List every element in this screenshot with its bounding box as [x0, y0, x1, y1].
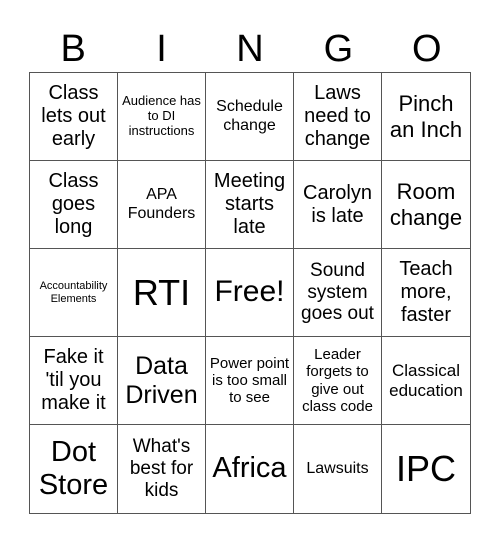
cell-text: Data Driven: [125, 351, 198, 409]
bingo-cell[interactable]: Room change: [382, 161, 470, 249]
header-letter-i: I: [156, 28, 167, 70]
cell-text: What's best for kids: [129, 436, 194, 501]
bingo-cell[interactable]: Accountability Elements: [30, 249, 118, 337]
cell-text: Leader forgets to give out class code: [302, 346, 373, 415]
bingo-cell[interactable]: Laws need to change: [294, 73, 382, 161]
cell-text: Pinch an Inch: [389, 91, 463, 142]
bingo-header: B I N G O: [29, 26, 471, 72]
bingo-cell[interactable]: Meeting starts late: [206, 161, 294, 249]
bingo-cell[interactable]: Dot Store: [30, 425, 118, 513]
bingo-cell[interactable]: Africa: [206, 425, 294, 513]
cell-text: Africa: [212, 452, 287, 485]
cell-text: Carolyn is late: [303, 181, 372, 227]
bingo-cell[interactable]: Class lets out early: [30, 73, 118, 161]
bingo-cell[interactable]: Power point is too small to see: [206, 337, 294, 425]
cell-text: Audience has to DI instructions: [122, 93, 201, 138]
cell-text: IPC: [395, 448, 456, 490]
cell-text: Lawsuits: [306, 459, 369, 477]
cell-text: Class goes long: [48, 170, 99, 238]
bingo-cell[interactable]: Carolyn is late: [294, 161, 382, 249]
bingo-cell[interactable]: APA Founders: [118, 161, 206, 249]
bingo-cell[interactable]: Pinch an Inch: [382, 73, 470, 161]
bingo-cell[interactable]: Fake it 'til you make it: [30, 337, 118, 425]
bingo-cell[interactable]: RTI: [118, 249, 206, 337]
cell-text: Class lets out early: [41, 82, 106, 150]
bingo-cell[interactable]: Audience has to DI instructions: [118, 73, 206, 161]
cell-text: Room change: [389, 179, 463, 230]
cell-text: Fake it 'til you make it: [41, 346, 106, 414]
cell-text: Meeting starts late: [213, 170, 286, 238]
cell-text: Teach more, faster: [399, 258, 453, 326]
cell-text: Laws need to change: [304, 82, 371, 150]
free-space-cell[interactable]: Free!: [206, 249, 294, 337]
cell-text: Power point is too small to see: [209, 354, 290, 407]
header-letter-g: G: [323, 28, 354, 70]
bingo-cell[interactable]: Sound system goes out: [294, 249, 382, 337]
bingo-cell[interactable]: IPC: [382, 425, 470, 513]
bingo-cell[interactable]: Leader forgets to give out class code: [294, 337, 382, 425]
bingo-grid: Class lets out early Audience has to DI …: [29, 72, 471, 514]
bingo-cell[interactable]: Classical education: [382, 337, 470, 425]
header-letter-b: B: [60, 28, 86, 70]
cell-text: Sound system goes out: [301, 259, 374, 325]
cell-text: Classical education: [389, 360, 463, 400]
bingo-cell[interactable]: Teach more, faster: [382, 249, 470, 337]
bingo-cell[interactable]: Data Driven: [118, 337, 206, 425]
cell-text: RTI: [132, 271, 191, 313]
bingo-cell[interactable]: Schedule change: [206, 73, 294, 161]
cell-text: APA Founders: [127, 186, 196, 222]
cell-text: Accountability Elements: [39, 279, 108, 305]
cell-text: Schedule change: [216, 98, 283, 134]
cell-text: Free!: [214, 275, 285, 309]
bingo-cell[interactable]: Class goes long: [30, 161, 118, 249]
bingo-cell[interactable]: What's best for kids: [118, 425, 206, 513]
bingo-cell[interactable]: Lawsuits: [294, 425, 382, 513]
cell-text: Dot Store: [38, 435, 109, 501]
header-letter-o: O: [411, 28, 442, 70]
header-letter-n: N: [236, 28, 264, 70]
